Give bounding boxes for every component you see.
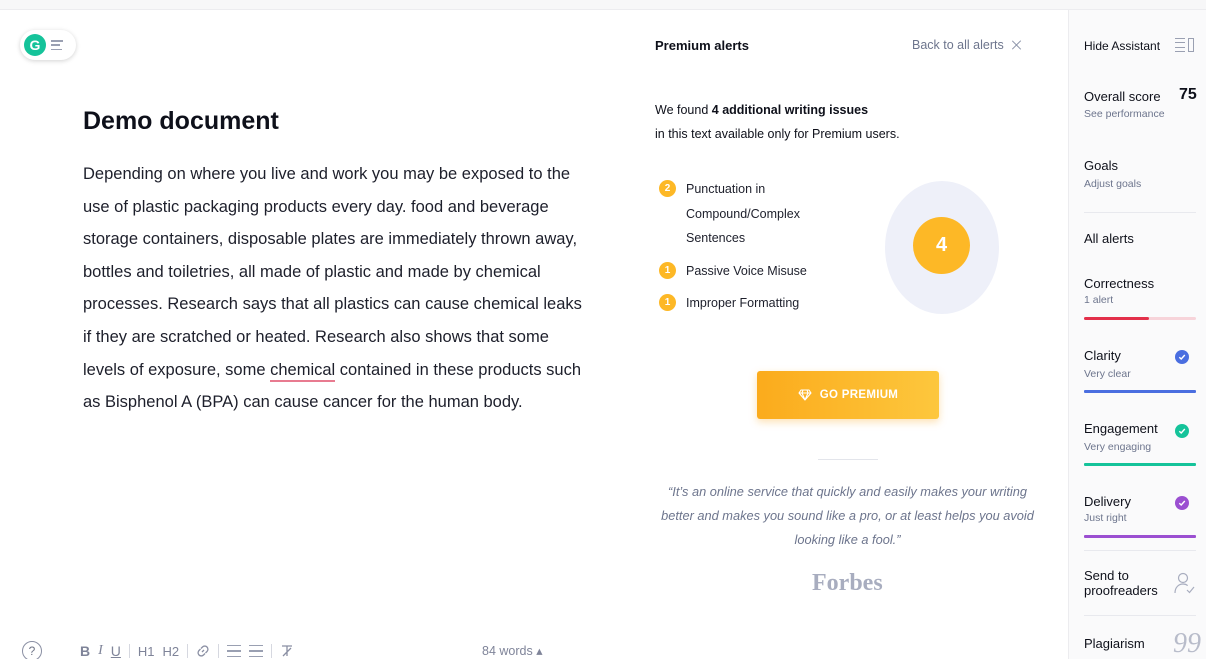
italic-button[interactable]: I: [98, 643, 103, 659]
toolbar-divider: [218, 644, 220, 658]
go-premium-button[interactable]: GO PREMIUM: [757, 371, 939, 419]
panel-divider: [818, 459, 878, 460]
app-root: G Demo document Depending on where you l…: [0, 0, 1206, 659]
summary-suffix: in this text available only for Premium …: [655, 127, 900, 141]
summary-count: 4 additional writing issues: [711, 103, 869, 117]
link-icon[interactable]: [196, 644, 210, 658]
check-icon: [1175, 424, 1189, 438]
delivery-bar-track: [1084, 535, 1196, 538]
clarity-status: Very clear: [1084, 368, 1131, 380]
sidebar-divider: [1084, 550, 1196, 551]
menu-icon: [51, 40, 63, 50]
send-to-proofreaders-button[interactable]: Send to proofreaders: [1084, 568, 1164, 598]
heading1-button[interactable]: H1: [138, 644, 155, 659]
correctness-status: 1 alert: [1084, 294, 1114, 306]
toolbar-divider: [187, 644, 189, 658]
sidebar-divider: [1084, 212, 1196, 213]
ordered-list-icon[interactable]: [227, 645, 242, 657]
check-icon: [1175, 350, 1189, 364]
grammarly-logo-icon: G: [24, 34, 46, 56]
close-icon[interactable]: [1012, 40, 1022, 50]
testimonial-quote: “It’s an online service that quickly and…: [661, 484, 1034, 547]
bullet-list-icon[interactable]: [249, 645, 264, 657]
category-bar-fill: [1084, 390, 1196, 393]
all-alerts-tab[interactable]: All alerts: [1084, 231, 1134, 246]
category-bar-fill: [1084, 535, 1196, 538]
summary-prefix: We found: [655, 103, 712, 117]
sidebar-toggle-icon[interactable]: [1175, 38, 1195, 52]
adjust-goals-link[interactable]: Adjust goals: [1084, 178, 1141, 190]
correctness-label[interactable]: Correctness: [1084, 276, 1154, 291]
heading2-button[interactable]: H2: [163, 644, 180, 659]
engagement-label[interactable]: Engagement: [1084, 421, 1158, 436]
overall-score-label[interactable]: Overall score: [1084, 89, 1161, 104]
quote-icon[interactable]: 99: [1173, 628, 1201, 659]
sidebar-divider: [1084, 615, 1196, 616]
issue-label: Passive Voice Misuse: [686, 263, 807, 278]
issue-label: Punctuation in Compound/Complex Sentence…: [686, 182, 800, 245]
issue-count-badge: 1: [659, 261, 676, 279]
delivery-label[interactable]: Delivery: [1084, 494, 1131, 509]
top-strip: [0, 0, 1206, 10]
back-to-alerts-label: Back to all alerts: [912, 38, 1004, 52]
underline-button[interactable]: U: [111, 643, 121, 659]
engagement-bar-track: [1084, 463, 1196, 466]
premium-issue-list: 2 Punctuation in Compound/Complex Senten…: [659, 177, 859, 324]
issue-item: 2 Punctuation in Compound/Complex Senten…: [659, 177, 859, 251]
issue-count-badge: 1: [659, 294, 676, 311]
category-bar-fill: [1084, 463, 1196, 466]
help-button[interactable]: ?: [22, 641, 42, 659]
back-to-alerts-link[interactable]: Back to all alerts: [912, 38, 1022, 52]
flagged-word[interactable]: chemical: [270, 360, 336, 382]
correctness-bar-track: [1084, 317, 1196, 320]
clarity-label[interactable]: Clarity: [1084, 348, 1121, 363]
bold-button[interactable]: B: [80, 643, 90, 659]
issue-label: Improper Formatting: [686, 296, 800, 310]
check-icon: [1175, 496, 1189, 510]
plagiarism-button[interactable]: Plagiarism: [1084, 636, 1145, 651]
document-title[interactable]: Demo document: [83, 107, 279, 136]
clear-format-icon[interactable]: [280, 644, 294, 658]
word-count[interactable]: 84 words ▴: [482, 643, 542, 658]
premium-alerts-title: Premium alerts: [655, 38, 749, 53]
overall-score-value: 75: [1179, 86, 1197, 103]
hide-assistant-button[interactable]: Hide Assistant: [1084, 39, 1160, 53]
issue-item: 1 Improper Formatting: [659, 291, 859, 316]
goals-label[interactable]: Goals: [1084, 158, 1118, 173]
document-body[interactable]: Depending on where you live and work you…: [83, 158, 593, 419]
document-text-before: Depending on where you live and work you…: [83, 165, 582, 379]
issue-item: 1 Passive Voice Misuse: [659, 259, 859, 284]
total-issues-badge: 4: [913, 217, 970, 274]
format-toolbar: B I U H1 H2: [80, 643, 294, 659]
go-premium-label: GO PREMIUM: [819, 389, 899, 401]
premium-summary: We found 4 additional writing issues in …: [655, 98, 955, 146]
engagement-status: Very engaging: [1084, 441, 1152, 453]
see-performance-link[interactable]: See performance: [1084, 108, 1165, 120]
delivery-status: Just right: [1084, 512, 1127, 524]
toolbar-divider: [271, 644, 273, 658]
issue-count-badge: 2: [659, 180, 676, 197]
person-icon[interactable]: [1173, 571, 1195, 595]
diamond-icon: [798, 389, 812, 401]
forbes-logo: Forbes: [812, 570, 883, 596]
category-bar-fill: [1084, 317, 1149, 320]
toolbar-divider: [128, 644, 130, 658]
clarity-bar-track: [1084, 390, 1196, 393]
logo-menu-button[interactable]: G: [20, 30, 76, 60]
